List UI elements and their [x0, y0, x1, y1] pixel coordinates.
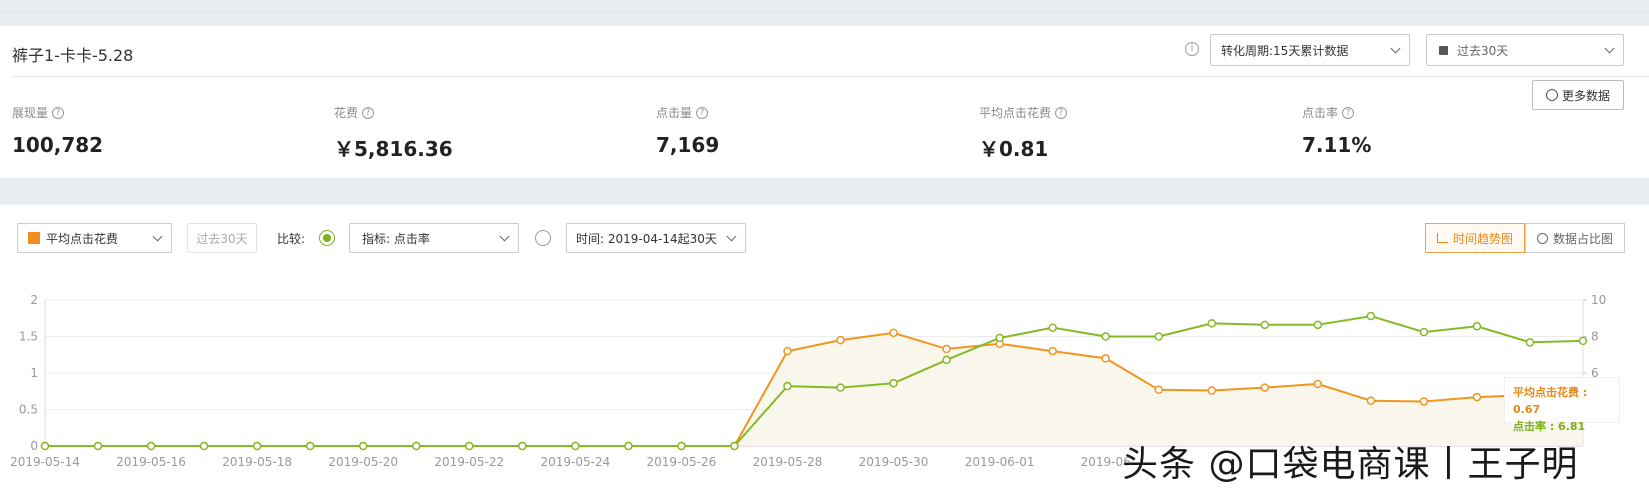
data-point [1472, 322, 1482, 331]
y-left-tick-label: 1.5 [19, 330, 38, 344]
data-point [1260, 320, 1270, 330]
data-point [1313, 320, 1323, 330]
data-point [1207, 319, 1217, 328]
tooltip-line-cpc: 平均点击花费 : 0.67 [1513, 386, 1588, 416]
x-tick-label: 2019-05-18 [222, 455, 292, 469]
data-point [1048, 346, 1057, 356]
tooltip-line-ctr: 点击率 : 6.81 [1513, 420, 1586, 433]
x-tick-label: 2019-05-20 [328, 455, 398, 469]
data-point [571, 441, 580, 451]
data-point [1101, 332, 1110, 341]
y-right-tick-label: 8 [1591, 330, 1599, 344]
data-point [1366, 311, 1376, 321]
data-point [1578, 336, 1588, 346]
watermark: 头条 @口袋电商课丨王子明 [1121, 444, 1579, 486]
data-point [358, 441, 368, 451]
y-left-tick-label: 2 [30, 293, 38, 307]
data-point [942, 355, 951, 365]
data-point [677, 441, 686, 451]
data-point [889, 378, 898, 388]
data-point [1207, 386, 1217, 395]
chart-tooltip: 平均点击花费 : 0.67 点击率 : 6.81 [1504, 377, 1620, 433]
data-point [783, 381, 792, 391]
data-point [889, 328, 898, 338]
data-point [1366, 396, 1376, 405]
data-point [411, 441, 421, 451]
data-point [1154, 385, 1163, 395]
y-right-tick-label: 10 [1591, 293, 1606, 307]
data-point [40, 441, 50, 451]
x-tick-label: 2019-06-01 [965, 455, 1035, 469]
data-point [199, 441, 209, 451]
x-tick-label: 2019-05-28 [753, 455, 823, 469]
data-point [1419, 327, 1429, 337]
data-point [1472, 392, 1482, 402]
data-point [1313, 379, 1323, 389]
data-point [1101, 354, 1110, 363]
data-point [305, 441, 315, 451]
data-point [624, 441, 633, 451]
data-point [783, 346, 792, 356]
data-point [252, 441, 262, 451]
data-point [146, 441, 156, 451]
y-left-tick-label: 1 [30, 366, 38, 380]
data-point [1419, 397, 1429, 406]
data-point [465, 441, 474, 451]
data-point [518, 441, 527, 451]
data-point [1048, 323, 1057, 332]
data-point [93, 441, 103, 451]
x-tick-label: 2019-05-14 [10, 455, 80, 469]
x-tick-label: 2019-05-26 [647, 455, 717, 469]
x-tick-label: 2019-05-22 [434, 455, 504, 469]
data-point [1525, 338, 1535, 347]
data-point [730, 441, 739, 451]
x-tick-label: 2019-05-16 [116, 455, 186, 469]
x-tick-label: 2019-05-30 [859, 455, 929, 469]
x-tick-label: 2019-05-24 [540, 455, 610, 469]
data-point [1154, 332, 1163, 341]
data-point [836, 335, 845, 345]
data-point [995, 333, 1004, 343]
y-left-tick-label: 0.5 [19, 403, 38, 417]
data-point [942, 344, 951, 354]
y-left-tick-label: 0 [30, 439, 38, 453]
data-point [1260, 383, 1270, 392]
data-point [836, 383, 845, 392]
trend-chart[interactable]: 00.511.5268102019-05-14 2019-05-16 2019-05… [0, 0, 1649, 495]
series-area [45, 332, 1583, 446]
